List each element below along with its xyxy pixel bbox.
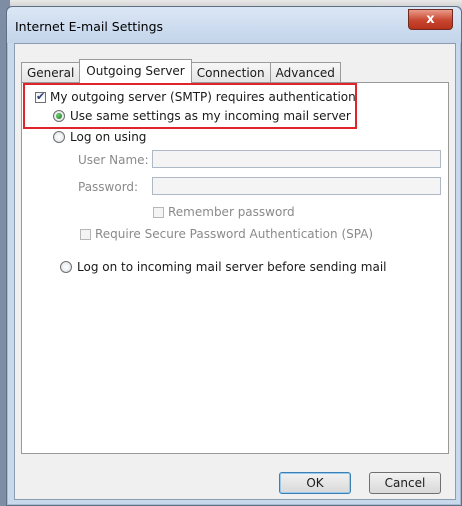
- log-on-using-radio[interactable]: [53, 131, 65, 143]
- close-button[interactable]: x: [408, 9, 453, 30]
- cancel-button[interactable]: Cancel: [369, 472, 441, 494]
- tab-outgoing-server[interactable]: Outgoing Server: [79, 59, 192, 83]
- log-on-incoming-first-row[interactable]: Log on to incoming mail server before se…: [60, 260, 387, 274]
- password-field[interactable]: [152, 177, 441, 195]
- tab-general[interactable]: General: [21, 62, 81, 83]
- log-on-incoming-first-radio[interactable]: [60, 261, 72, 273]
- tab-strip: General Outgoing Server Connection Advan…: [21, 59, 341, 83]
- close-icon: x: [426, 12, 435, 27]
- tab-connection[interactable]: Connection: [190, 62, 271, 83]
- tab-advanced[interactable]: Advanced: [269, 62, 341, 83]
- window-title: Internet E-mail Settings: [15, 19, 164, 34]
- remember-password-checkbox[interactable]: [153, 206, 164, 218]
- remember-password-label: Remember password: [168, 205, 295, 219]
- require-spa-label: Require Secure Password Authentication (…: [95, 227, 374, 241]
- remember-password-row[interactable]: Remember password: [153, 205, 295, 219]
- annotation-highlight-box: [23, 83, 357, 129]
- user-name-field[interactable]: [152, 150, 441, 168]
- internet-email-settings-dialog: Internet E-mail Settings x General Outgo…: [6, 6, 462, 506]
- log-on-using-label: Log on using: [70, 130, 147, 144]
- log-on-using-row[interactable]: Log on using: [53, 130, 146, 144]
- require-spa-checkbox[interactable]: [80, 228, 91, 240]
- log-on-incoming-first-label: Log on to incoming mail server before se…: [77, 260, 387, 274]
- require-spa-row[interactable]: Require Secure Password Authentication (…: [80, 227, 373, 241]
- ok-button[interactable]: OK: [279, 472, 351, 494]
- user-name-label: User Name:: [78, 153, 149, 167]
- title-bar[interactable]: Internet E-mail Settings x: [7, 7, 461, 43]
- password-label: Password:: [78, 180, 139, 194]
